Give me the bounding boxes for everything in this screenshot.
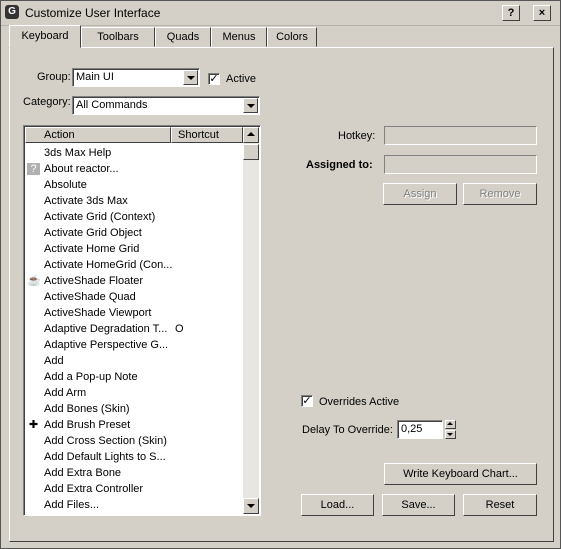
scroll-down-icon[interactable] <box>243 498 259 514</box>
vertical-scrollbar[interactable] <box>243 127 259 514</box>
action-rows: 3ds Max Help? About reactor... Absolute Act… <box>25 145 243 513</box>
list-item[interactable]: Add Extra Controller <box>25 481 243 497</box>
save-button[interactable]: Save... <box>382 494 455 516</box>
action-name: ActiveShade Viewport <box>44 307 152 319</box>
action-name: Activate Grid Object <box>44 227 142 239</box>
action-name: Adaptive Perspective G... <box>44 339 169 351</box>
question-icon: ? <box>27 163 40 175</box>
tab-toolbars[interactable]: Toolbars <box>81 27 155 47</box>
list-item[interactable]: Activate 3ds Max <box>25 193 243 209</box>
delay-spinner[interactable]: 0,25 <box>397 420 457 439</box>
shortcut-column-header[interactable]: Shortcut <box>171 127 243 143</box>
list-item[interactable]: ☕ ActiveShade Floater <box>25 273 243 289</box>
list-item[interactable]: Add <box>25 353 243 369</box>
scroll-up-icon[interactable] <box>243 127 259 143</box>
remove-button[interactable]: Remove <box>463 183 537 205</box>
window-title: Customize User Interface <box>25 6 161 20</box>
action-name: Add Extra Bone <box>44 467 122 479</box>
action-name: Activate Grid (Context) <box>44 211 156 223</box>
action-name: ActiveShade Quad <box>44 291 136 303</box>
hotkey-field[interactable] <box>384 126 537 145</box>
action-name: Add Files... <box>44 499 100 511</box>
customize-ui-window: G Customize User Interface ? × Keyboard … <box>0 0 561 549</box>
list-item[interactable]: Add Bones (Skin) <box>25 401 243 417</box>
tab-keyboard[interactable]: Keyboard <box>9 25 81 48</box>
action-name: Add Extra Controller <box>44 483 144 495</box>
list-item[interactable]: ActiveShade Viewport <box>25 305 243 321</box>
list-item[interactable]: ✚ Add Brush Preset <box>25 417 243 433</box>
action-shortcut: O <box>175 323 184 335</box>
action-name: Adaptive Degradation T... <box>44 323 168 335</box>
action-name: Activate Home Grid <box>44 243 140 255</box>
delay-input[interactable]: 0,25 <box>397 420 443 439</box>
group-value: Main UI <box>76 71 114 83</box>
assigned-to-label: Assigned to: <box>306 159 373 171</box>
category-value: All Commands <box>76 99 148 111</box>
list-item[interactable]: 3ds Max Help <box>25 145 243 161</box>
list-item[interactable]: Add Default Lights to S... <box>25 449 243 465</box>
list-item[interactable]: Activate Grid Object <box>25 225 243 241</box>
chevron-down-icon[interactable] <box>243 98 258 113</box>
reset-button[interactable]: Reset <box>463 494 537 516</box>
delay-to-override-label: Delay To Override: <box>302 424 393 436</box>
list-item[interactable]: Add a Pop-up Note <box>25 369 243 385</box>
overrides-active-label: Overrides Active <box>319 396 400 408</box>
list-item[interactable]: Adaptive Degradation T... O <box>25 321 243 337</box>
list-item[interactable]: Absolute <box>25 177 243 193</box>
category-dropdown[interactable]: All Commands <box>72 96 260 115</box>
scroll-thumb[interactable] <box>243 144 259 160</box>
teapot-icon: ☕ <box>27 275 41 287</box>
list-item[interactable]: Activate Grid (Context) <box>25 209 243 225</box>
active-label: Active <box>226 73 256 85</box>
assigned-to-field <box>384 155 537 174</box>
list-item[interactable]: ActiveShade Quad <box>25 289 243 305</box>
action-name: Activate HomeGrid (Con... <box>44 259 173 271</box>
group-dropdown[interactable]: Main UI <box>72 68 200 87</box>
group-label: Group: <box>37 71 71 83</box>
action-name: ActiveShade Floater <box>44 275 144 287</box>
title-bar[interactable]: G Customize User Interface ? × <box>1 1 560 26</box>
delay-value: 0,25 <box>401 423 423 435</box>
assign-button[interactable]: Assign <box>383 183 457 205</box>
active-checkbox[interactable]: ✓ <box>208 73 220 85</box>
action-name: About reactor... <box>44 163 119 175</box>
write-keyboard-chart-button[interactable]: Write Keyboard Chart... <box>384 463 537 485</box>
hotkey-label: Hotkey: <box>338 130 376 142</box>
overrides-active-checkbox[interactable]: ✓ <box>301 395 313 407</box>
list-item[interactable]: Add Files... <box>25 497 243 513</box>
action-name: Add a Pop-up Note <box>44 371 138 383</box>
action-name: Add <box>44 355 64 367</box>
chevron-down-icon[interactable] <box>183 70 198 85</box>
app-logo-icon: G <box>5 5 19 19</box>
close-button[interactable]: × <box>533 5 551 21</box>
plus-icon: ✚ <box>28 419 39 431</box>
action-name: Absolute <box>44 179 87 191</box>
action-name: Add Brush Preset <box>44 419 131 431</box>
action-list[interactable]: Action Shortcut 3ds Max Help? About react… <box>23 125 261 516</box>
action-name: Add Default Lights to S... <box>44 451 166 463</box>
list-item[interactable]: ? About reactor... <box>25 161 243 177</box>
category-label: Category: <box>23 96 71 108</box>
list-item[interactable]: Add Cross Section (Skin) <box>25 433 243 449</box>
action-column-header[interactable]: Action <box>25 127 171 143</box>
list-item[interactable]: Add Extra Bone <box>25 465 243 481</box>
list-item[interactable]: Add Arm <box>25 385 243 401</box>
spinner-up-icon[interactable] <box>445 420 456 429</box>
load-button[interactable]: Load... <box>301 494 374 516</box>
spinner-down-icon[interactable] <box>445 430 456 439</box>
tab-menus[interactable]: Menus <box>211 27 267 47</box>
action-name: Add Bones (Skin) <box>44 403 130 415</box>
list-item[interactable]: Adaptive Perspective G... <box>25 337 243 353</box>
action-name: Add Cross Section (Skin) <box>44 435 167 447</box>
action-name: 3ds Max Help <box>44 147 112 159</box>
action-name: Add Arm <box>44 387 87 399</box>
action-name: Activate 3ds Max <box>44 195 128 207</box>
list-item[interactable]: Activate HomeGrid (Con... <box>25 257 243 273</box>
tab-quads[interactable]: Quads <box>155 27 211 47</box>
help-button[interactable]: ? <box>502 5 520 21</box>
list-item[interactable]: Activate Home Grid <box>25 241 243 257</box>
tab-colors[interactable]: Colors <box>267 27 317 47</box>
